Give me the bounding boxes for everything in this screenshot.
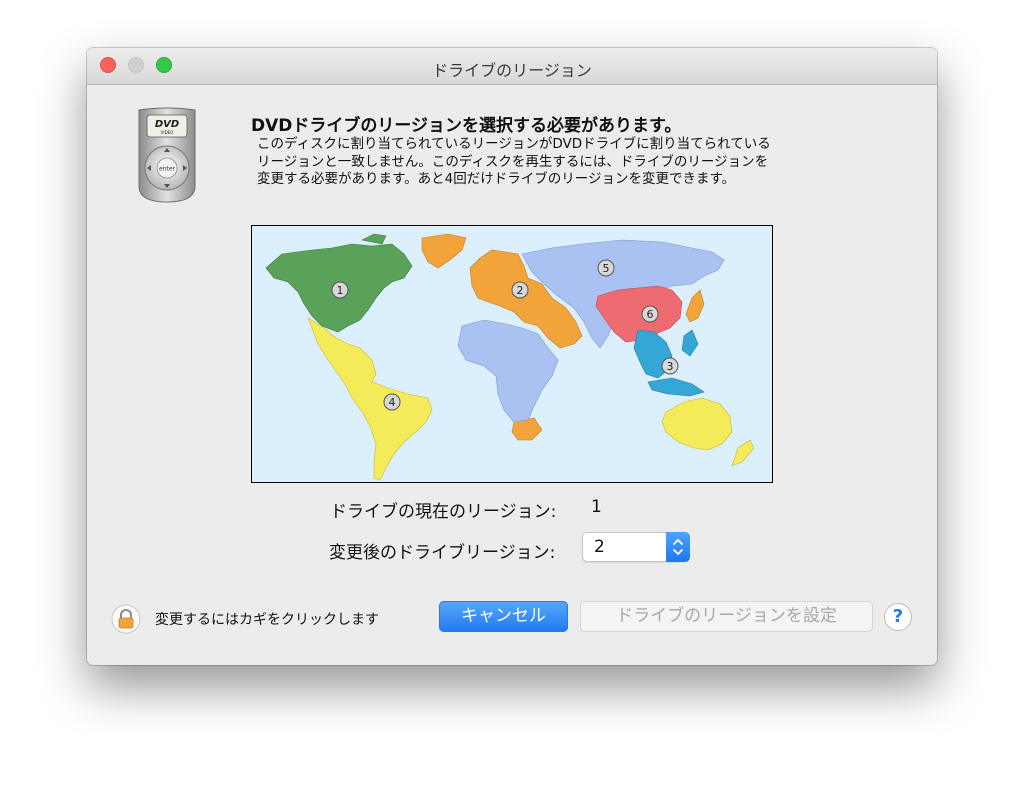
region-marker-5: 5 bbox=[603, 262, 610, 275]
region-marker-1: 1 bbox=[337, 284, 344, 297]
dvd-logo-text: DVD bbox=[155, 119, 179, 130]
enter-key-text: enter bbox=[159, 166, 176, 173]
region-marker-3: 3 bbox=[667, 360, 674, 373]
title-bar: ドライブのリージョン bbox=[87, 48, 937, 85]
dialog-message: このディスクに割り当てられているリージョンがDVDドライブに割り当てられている … bbox=[257, 136, 897, 189]
region-4-australia bbox=[661, 397, 733, 451]
region-4-latin-america bbox=[307, 317, 433, 481]
message-line: リージョンと一致しません。このディスクを再生するには、ドライブのリージョンを bbox=[257, 153, 769, 170]
window-title: ドライブのリージョン bbox=[432, 61, 592, 80]
lock-hint-text: 変更するにはカギをクリックします bbox=[155, 612, 379, 628]
dialog-heading: DVDドライブのリージョンを選択する必要があります。 bbox=[251, 116, 682, 136]
current-region-label: ドライブの現在のリージョン: bbox=[330, 502, 557, 522]
world-map-graphic: 1 2 3 4 5 6 bbox=[265, 233, 755, 481]
region-5-africa bbox=[457, 319, 559, 423]
region-marker-4: 4 bbox=[389, 396, 396, 409]
new-region-label: 変更後のドライブリージョン: bbox=[329, 543, 556, 563]
cancel-button[interactable]: キャンセル bbox=[439, 601, 568, 632]
region-marker-6: 6 bbox=[647, 308, 654, 321]
lock-icon[interactable] bbox=[111, 604, 141, 634]
current-region-value: 1 bbox=[591, 497, 602, 517]
region-dialog: ドライブのリージョン DVD VIDEO enter DVDドライブのリージョン… bbox=[87, 48, 937, 665]
help-button[interactable]: ? bbox=[884, 603, 912, 631]
message-line: このディスクに割り当てられているリージョンがDVDドライブに割り当てられている bbox=[257, 136, 771, 152]
region-marker-2: 2 bbox=[517, 284, 524, 297]
new-region-select[interactable]: 2 bbox=[582, 532, 690, 562]
new-region-value: 2 bbox=[594, 537, 605, 557]
message-line: 変更する必要があります。あと4回だけドライブのリージョンを変更できます。 bbox=[257, 171, 736, 187]
select-stepper-icon[interactable] bbox=[666, 532, 690, 562]
region-2-greenland bbox=[421, 233, 467, 269]
dvd-remote-icon: DVD VIDEO enter bbox=[138, 107, 196, 203]
set-region-button[interactable]: ドライブのリージョンを設定 bbox=[580, 601, 873, 632]
region-map: 1 2 3 4 5 6 bbox=[251, 225, 773, 483]
video-logo-text: VIDEO bbox=[161, 130, 174, 135]
